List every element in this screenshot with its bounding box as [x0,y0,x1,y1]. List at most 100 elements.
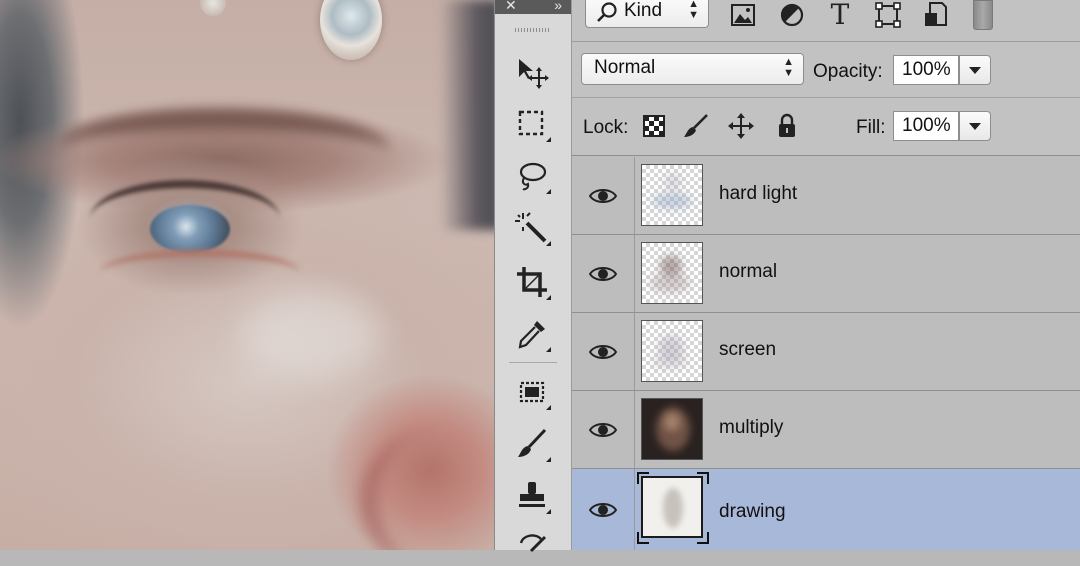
eyedropper-tool[interactable] [511,314,553,354]
layer-name[interactable]: hard light [719,183,797,205]
filter-kind-label: Kind [624,0,663,21]
rectangular-marquee-icon [518,110,544,136]
layer-row-screen[interactable]: screen [572,313,1080,391]
layer-thumbnail [641,476,703,538]
chevron-down-icon [969,66,981,74]
move-tool[interactable] [511,52,553,92]
patch-icon [519,381,545,403]
layer-thumbnail [641,164,703,226]
layer-row-multiply[interactable]: multiply [572,391,1080,469]
lock-all-button[interactable] [773,112,801,140]
tool-flyout-indicator [546,189,551,194]
crop-icon [517,267,547,297]
checkerboard-icon [643,115,665,137]
brush-tool[interactable] [511,424,553,464]
lasso-icon [519,162,547,191]
document-canvas[interactable] [0,0,494,550]
filter-adjustment-button[interactable] [777,0,807,30]
filter-type-button[interactable]: T [825,0,855,30]
search-icon [597,2,617,22]
layer-name[interactable]: normal [719,261,777,283]
filter-toggle-switch[interactable] [973,0,993,30]
layer-visibility-toggle[interactable] [572,157,635,234]
stamp-tool[interactable] [511,476,553,516]
tool-flyout-indicator [546,405,551,410]
filter-smart-object-button[interactable] [921,0,951,30]
painting-lower-lid [100,250,300,296]
fill-label: Fill: [856,117,886,138]
layer-visibility-toggle[interactable] [572,391,635,468]
tools-panel-header: ✕ » [495,0,571,14]
opacity-label: Opacity: [813,61,883,82]
selection-bracket [637,532,649,544]
layer-thumbnail [641,242,703,304]
layer-row-normal[interactable]: normal [572,235,1080,313]
magic-wand-tool[interactable] [511,208,553,248]
layer-visibility-toggle[interactable] [572,235,635,312]
panel-grip[interactable] [515,28,551,32]
blend-mode-bar: Normal ▲ ▼ Opacity: 100% [572,42,1080,98]
select-arrows-icon: ▲ ▼ [688,0,699,21]
select-arrows-icon: ▲ ▼ [783,56,794,79]
chevron-down-icon [969,122,981,130]
layer-filter-bar: Kind ▲ ▼ T [572,0,1080,42]
painting-hair [440,0,494,230]
eyedropper-icon [518,321,545,349]
lasso-tool[interactable] [511,156,553,196]
filter-pixel-button[interactable] [728,0,758,30]
lock-label: Lock: [583,117,629,138]
tool-flyout-indicator [546,457,551,462]
filter-kind-select[interactable]: Kind ▲ ▼ [585,0,709,28]
layers-panel: Kind ▲ ▼ T Normal ▲ ▼ Opacity: 100% Lock… [572,0,1080,550]
fill-slider-button[interactable] [959,111,991,141]
layer-row-drawing[interactable]: drawing [572,469,1080,550]
filter-shape-button[interactable] [873,0,903,30]
collapse-icon[interactable]: » [554,0,562,12]
smart-object-icon [925,2,947,26]
crop-tool[interactable] [511,262,553,302]
layer-visibility-toggle[interactable] [572,313,635,390]
tools-panel: ✕ » [494,0,572,553]
opacity-slider-button[interactable] [959,55,991,85]
blend-mode-value: Normal [594,57,656,78]
layer-name[interactable]: screen [719,339,776,361]
history-brush-icon [519,534,547,553]
brush-icon [518,428,547,457]
shape-icon [875,2,901,28]
image-icon [731,4,755,26]
layer-row-hard-light[interactable]: hard light [572,157,1080,235]
adjustment-circle-icon [780,3,804,27]
painting-eyebrow [60,108,390,190]
type-icon: T [830,0,850,31]
clone-stamp-icon [519,482,545,507]
layer-visibility-toggle[interactable] [572,469,635,550]
tool-flyout-indicator [546,509,551,514]
selection-bracket [637,472,649,484]
eye-icon [589,422,617,437]
fill-field[interactable]: 100% [893,111,959,141]
marquee-tool[interactable] [511,104,553,144]
layer-name[interactable]: multiply [719,417,783,439]
eye-icon [589,502,617,517]
selection-bracket [697,532,709,544]
selection-bracket [697,472,709,484]
tool-flyout-indicator [546,241,551,246]
layer-name[interactable]: drawing [719,501,786,523]
move-icon [519,59,549,89]
lock-image-pixels-button[interactable] [682,112,710,140]
eye-icon [589,188,617,203]
eye-icon [589,266,617,281]
lock-transparent-button[interactable] [640,112,668,140]
opacity-field[interactable]: 100% [893,55,959,85]
tool-flyout-indicator [546,295,551,300]
blend-mode-select[interactable]: Normal ▲ ▼ [581,53,804,85]
tool-flyout-indicator [546,347,551,352]
history-brush-tool[interactable] [511,526,553,566]
painting-jewel [320,0,382,60]
painting-eye [150,205,230,253]
brush-icon [684,114,708,137]
magic-wand-icon [515,212,547,243]
healing-tool[interactable] [511,372,553,412]
close-icon[interactable]: ✕ [505,0,517,12]
lock-position-button[interactable] [727,112,755,140]
